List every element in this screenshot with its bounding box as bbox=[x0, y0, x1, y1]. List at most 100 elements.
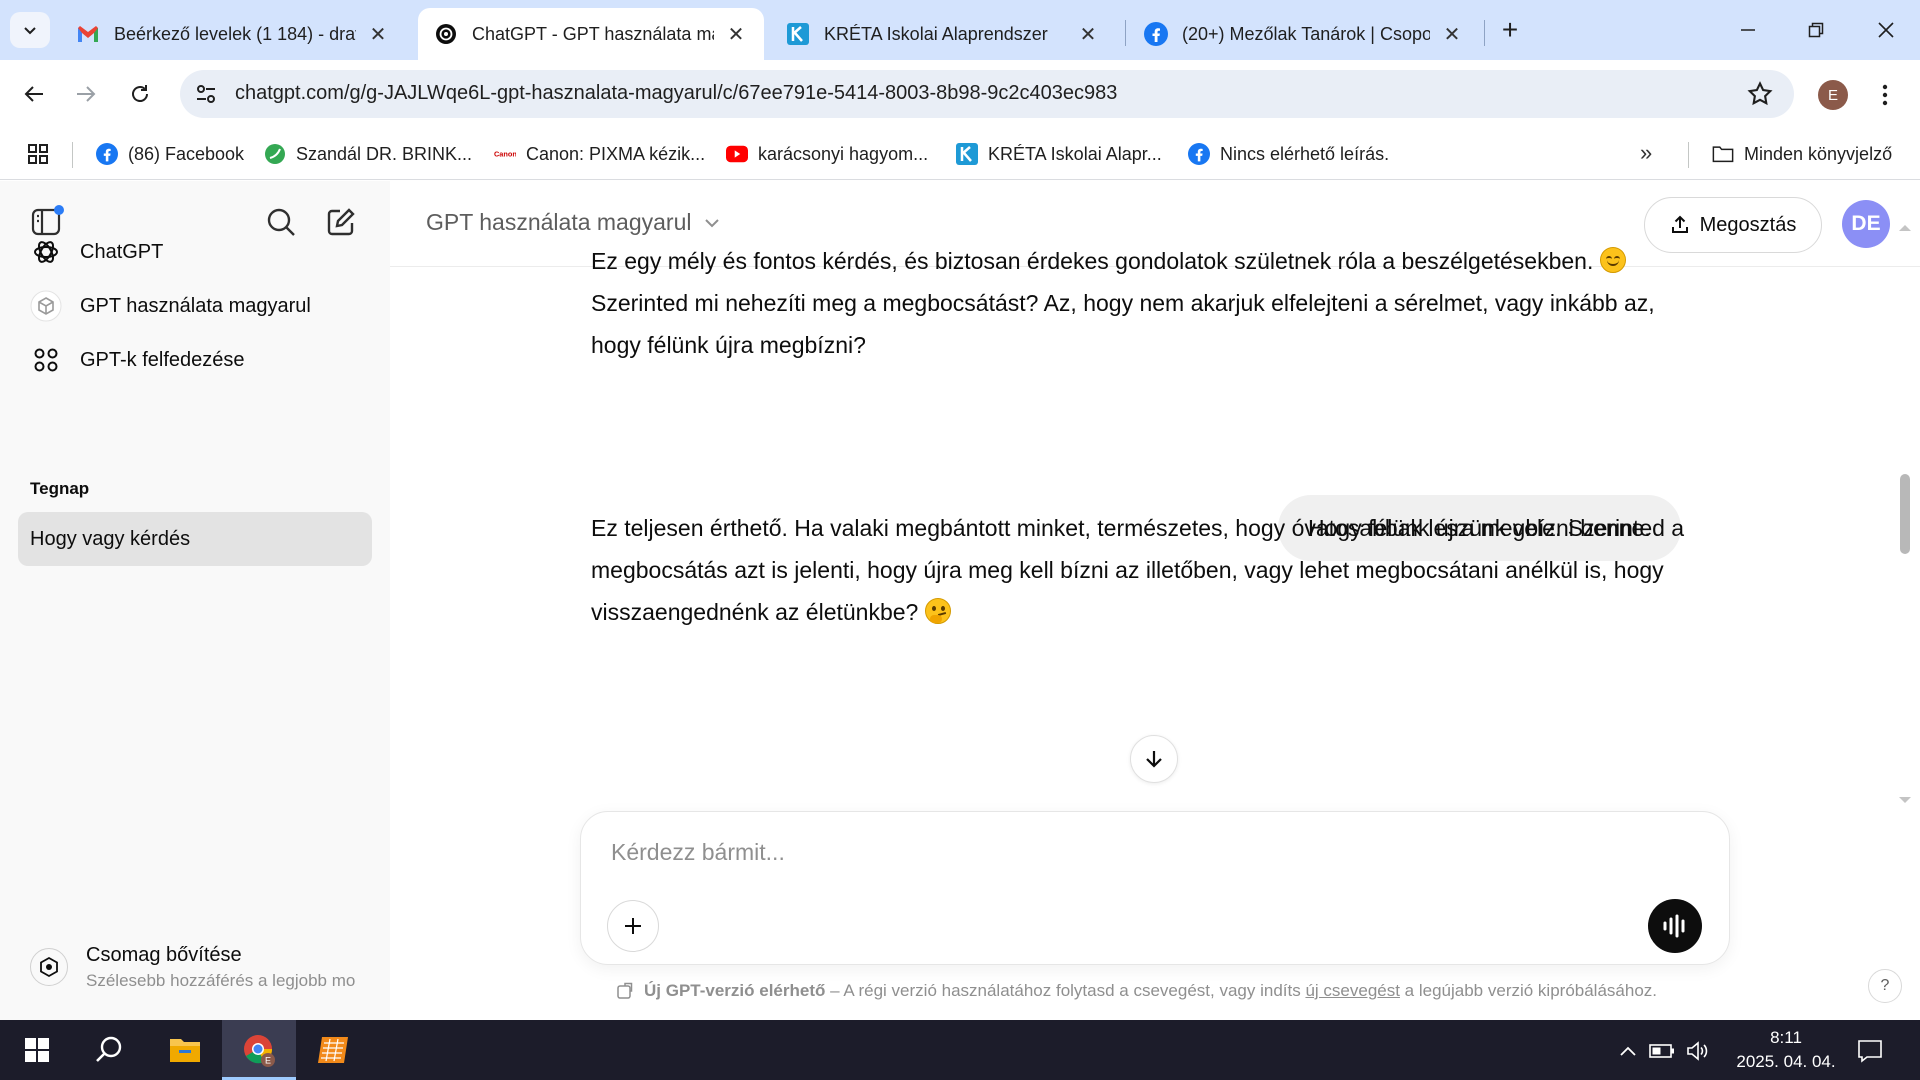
show-hidden-icons-button[interactable] bbox=[1614, 1038, 1642, 1064]
minimize-button[interactable] bbox=[1718, 10, 1778, 50]
url-text[interactable]: chatgpt.com/g/g-JAJLWqe6L-gpt-hasznalata… bbox=[235, 82, 1117, 105]
voice-waveform-icon bbox=[1663, 914, 1685, 938]
profile-avatar[interactable]: E bbox=[1818, 80, 1848, 110]
notice-bold: Új GPT-verzió elérhető bbox=[644, 981, 826, 1000]
browser-tab-strip: Beérkező levelek (1 184) - draveczkierzs… bbox=[0, 0, 1920, 60]
notifications-button[interactable] bbox=[1856, 1038, 1884, 1064]
minimize-icon bbox=[1741, 29, 1755, 31]
clock-date: 2025. 04. 04. bbox=[1736, 1052, 1836, 1071]
restore-button[interactable] bbox=[1786, 10, 1846, 50]
bookmark-facebook-2[interactable]: Nincs elérhető leírás. bbox=[1188, 140, 1389, 168]
system-clock[interactable]: 8:11 2025. 04. 04. bbox=[1716, 1026, 1856, 1074]
user-avatar[interactable]: DE bbox=[1842, 200, 1890, 248]
facebook-icon bbox=[96, 143, 118, 165]
bookmark-facebook[interactable]: (86) Facebook bbox=[96, 140, 244, 168]
bookmark-youtube[interactable]: karácsonyi hagyom... bbox=[726, 140, 928, 168]
scroll-to-bottom-button[interactable] bbox=[1130, 735, 1178, 783]
tab-chatgpt[interactable]: ChatGPT - GPT használata magyarul ✕ bbox=[418, 8, 764, 60]
scroll-down-arrow-icon[interactable] bbox=[1897, 795, 1913, 805]
windows-logo-icon bbox=[25, 1038, 49, 1062]
upgrade-title: Csomag bővítése bbox=[86, 943, 242, 966]
gpt-title: GPT használata magyarul bbox=[426, 209, 692, 235]
address-bar[interactable]: chatgpt.com/g/g-JAJLWqe6L-gpt-hasznalata… bbox=[180, 70, 1794, 118]
upgrade-subtitle: Szélesebb hozzáférés a legjobb modellekh… bbox=[86, 970, 356, 990]
kreta-icon bbox=[956, 143, 978, 165]
assistant-message: Ez teljesen érthető. Ha valaki megbántot… bbox=[591, 507, 1701, 633]
youtube-icon bbox=[726, 143, 748, 165]
close-icon[interactable]: ✕ bbox=[724, 22, 748, 46]
forward-button[interactable] bbox=[66, 74, 106, 114]
reload-button[interactable] bbox=[120, 74, 160, 114]
sidebar-item-chatgpt[interactable]: ChatGPT bbox=[18, 227, 372, 277]
scroll-up-arrow-icon[interactable] bbox=[1897, 223, 1913, 233]
chrome-profile-badge: E bbox=[265, 1056, 271, 1066]
chevron-down-icon bbox=[704, 218, 719, 227]
sidebar-item-explore-gpts[interactable]: GPT-k felfedezése bbox=[18, 335, 372, 385]
arrow-right-icon bbox=[77, 86, 96, 102]
sidebar-chat-item[interactable]: Hogy vagy kérdés bbox=[18, 512, 372, 566]
tab-title: KRÉTA Iskolai Alaprendszer bbox=[824, 23, 1048, 44]
svg-text:Canon: Canon bbox=[494, 150, 516, 159]
reload-icon bbox=[132, 85, 148, 102]
tab-gmail[interactable]: Beérkező levelek (1 184) - draveczkierzs… bbox=[60, 8, 406, 60]
new-tab-button[interactable]: + bbox=[1494, 14, 1526, 46]
star-icon[interactable] bbox=[1746, 80, 1774, 108]
openai-icon bbox=[434, 22, 458, 46]
prompt-input[interactable] bbox=[611, 834, 1611, 870]
thinking-face-emoji bbox=[924, 598, 951, 624]
all-bookmarks-button[interactable]: Minden könyvjelző bbox=[1712, 140, 1892, 168]
chrome-icon: E bbox=[244, 1035, 275, 1067]
more-vertical-icon bbox=[1882, 84, 1888, 106]
battery-indicator[interactable] bbox=[1648, 1038, 1676, 1064]
upgrade-plan-button[interactable]: Csomag bővítése Szélesebb hozzáférés a l… bbox=[18, 933, 372, 1001]
clock-time: 8:11 bbox=[1770, 1028, 1802, 1047]
sidebar-item-gpt-magyarul[interactable]: GPT használata magyarul bbox=[18, 281, 372, 331]
chrome-taskbar-button[interactable]: E bbox=[222, 1020, 296, 1080]
bookmark-szandal[interactable]: Szandál DR. BRINK... bbox=[264, 140, 472, 168]
gmail-icon bbox=[76, 22, 100, 46]
taskbar-search-button[interactable] bbox=[72, 1020, 146, 1080]
facebook-icon bbox=[1144, 22, 1168, 46]
close-window-button[interactable] bbox=[1856, 10, 1916, 50]
smiling-face-emoji bbox=[1599, 247, 1626, 273]
tab-title: Beérkező levelek (1 184) - draveczkierzs… bbox=[114, 23, 356, 44]
help-button[interactable]: ? bbox=[1868, 969, 1902, 1003]
bookmark-canon[interactable]: Canon Canon: PIXMA kézik... bbox=[494, 140, 705, 168]
close-icon[interactable]: ✕ bbox=[366, 22, 390, 46]
back-button[interactable] bbox=[14, 74, 54, 114]
arrow-down-icon bbox=[1146, 751, 1162, 768]
chevron-up-icon bbox=[1620, 1046, 1636, 1056]
tab-separator bbox=[1125, 20, 1126, 46]
battery-icon bbox=[1649, 1044, 1674, 1058]
gpt-update-icon bbox=[617, 982, 633, 999]
app-taskbar-button[interactable] bbox=[296, 1020, 370, 1080]
voice-mode-button[interactable] bbox=[1648, 899, 1702, 953]
assistant-message: Ez egy mély és fontos kérdés, és biztosa… bbox=[591, 240, 1701, 366]
close-icon bbox=[1878, 22, 1894, 38]
plus-icon bbox=[625, 918, 641, 934]
close-icon[interactable]: ✕ bbox=[1076, 22, 1100, 46]
sidebar: ChatGPT GPT használata magyarul GPT-k fe… bbox=[0, 181, 390, 1020]
bookmark-kreta[interactable]: KRÉTA Iskolai Alapr... bbox=[956, 140, 1162, 168]
tab-search-button[interactable] bbox=[10, 12, 50, 48]
attach-button[interactable] bbox=[607, 900, 659, 952]
model-selector[interactable]: GPT használata magyarul bbox=[426, 209, 722, 236]
browser-menu-button[interactable] bbox=[1870, 78, 1900, 112]
volume-indicator[interactable] bbox=[1684, 1038, 1712, 1064]
notice-text: a legújabb verzió kipróbálásához. bbox=[1399, 981, 1658, 1000]
tab-kreta[interactable]: KRÉTA Iskolai Alaprendszer ✕ bbox=[770, 8, 1116, 60]
assistant-message-text: Ez teljesen érthető. Ha valaki megbántot… bbox=[591, 515, 1685, 625]
tab-facebook-group[interactable]: (20+) Mezőlak Tanárok | Csoport | Facebo… bbox=[1128, 8, 1480, 60]
close-icon[interactable]: ✕ bbox=[1440, 22, 1464, 46]
site-settings-icon[interactable] bbox=[194, 82, 218, 106]
file-explorer-button[interactable] bbox=[148, 1020, 222, 1080]
grid-dots-icon bbox=[30, 344, 62, 376]
more-bookmarks-button[interactable]: » bbox=[1640, 140, 1652, 166]
windows-taskbar: E 8:11 2025. 04. 04. bbox=[0, 1020, 1920, 1080]
folder-icon bbox=[170, 1039, 200, 1062]
start-button[interactable] bbox=[0, 1020, 74, 1080]
new-chat-link[interactable]: új csevegést bbox=[1305, 981, 1400, 1001]
upgrade-icon bbox=[30, 948, 68, 986]
apps-grid-icon[interactable] bbox=[26, 142, 50, 166]
scrollbar-thumb[interactable] bbox=[1900, 474, 1910, 554]
